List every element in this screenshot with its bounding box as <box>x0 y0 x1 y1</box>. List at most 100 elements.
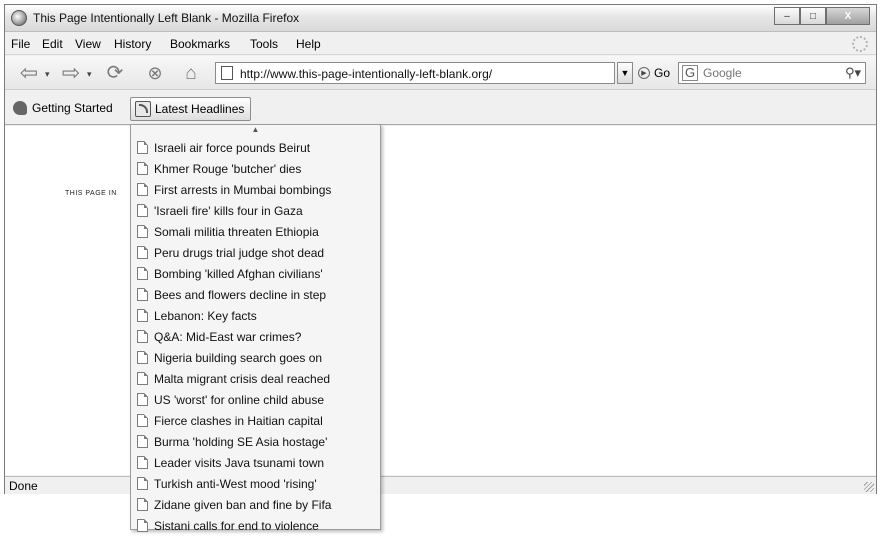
headline-label: Peru drugs trial judge shot dead <box>154 245 325 260</box>
forward-history-dropdown-icon[interactable]: ▾ <box>87 69 92 80</box>
menu-help[interactable]: Help <box>296 37 321 51</box>
headline-item[interactable]: 'Israeli fire' kills four in Gaza <box>131 200 380 221</box>
headline-item[interactable]: Leader visits Java tsunami town <box>131 452 380 473</box>
maximize-button[interactable]: □ <box>800 7 826 25</box>
menu-history[interactable]: History <box>114 37 151 51</box>
headline-label: Malta migrant crisis deal reached <box>154 371 331 386</box>
document-icon <box>137 288 148 301</box>
headline-label: Sistani calls for end to violence <box>154 518 319 533</box>
back-arrow-icon[interactable]: ⇦ <box>15 60 43 86</box>
back-history-dropdown-icon[interactable]: ▾ <box>45 69 50 80</box>
menu-edit[interactable]: Edit <box>42 37 63 51</box>
firefox-bookmark-icon <box>13 101 27 115</box>
menu-view[interactable]: View <box>75 37 101 51</box>
menu-file[interactable]: File <box>11 37 30 51</box>
headline-item[interactable]: Q&A: Mid-East war crimes? <box>131 326 380 347</box>
navigation-toolbar: ⇦ ▾ ⇨ ▾ ⟳ ⊗ ⌂ http://www.this-page-inten… <box>5 56 876 90</box>
headline-item[interactable]: Bombing 'killed Afghan civilians' <box>131 263 380 284</box>
headline-label: Zidane given ban and fine by Fifa <box>154 497 332 512</box>
reload-icon[interactable]: ⟳ <box>101 60 129 86</box>
headline-label: Fierce clashes in Haitian capital <box>154 413 323 428</box>
headline-label: Bees and flowers decline in step <box>154 287 327 302</box>
headline-label: 'Israeli fire' kills four in Gaza <box>154 203 303 218</box>
bookmark-getting-started[interactable]: Getting Started <box>13 101 113 115</box>
bookmark-latest-headlines[interactable]: Latest Headlines <box>130 97 252 121</box>
bookmark-getting-started-label: Getting Started <box>32 101 113 115</box>
headline-item[interactable]: Burma 'holding SE Asia hostage' <box>131 431 380 452</box>
rss-feed-icon <box>135 101 151 117</box>
latest-headlines-menu: ▲ Israeli air force pounds Beirut Khmer … <box>130 124 381 533</box>
headline-label: First arrests in Mumbai bombings <box>154 182 332 197</box>
search-magnifier-icon[interactable]: ⚲▾ <box>845 65 861 81</box>
document-icon <box>137 393 148 406</box>
bookmark-latest-headlines-label: Latest Headlines <box>155 102 245 116</box>
document-icon <box>137 372 148 385</box>
headline-label: Turkish anti-West mood 'rising' <box>154 476 317 491</box>
headline-item[interactable]: Sistani calls for end to violence <box>131 515 380 536</box>
headline-label: Bombing 'killed Afghan civilians' <box>154 266 323 281</box>
headline-label: US 'worst' for online child abuse <box>154 392 324 407</box>
throbber-icon <box>852 36 868 52</box>
headline-item[interactable]: Malta migrant crisis deal reached <box>131 368 380 389</box>
url-text[interactable]: http://www.this-page-intentionally-left-… <box>240 67 492 81</box>
resize-grip-icon[interactable] <box>864 482 874 492</box>
window-title: This Page Intentionally Left Blank - Moz… <box>33 11 300 25</box>
search-input[interactable] <box>701 65 831 81</box>
go-arrow-icon: ▶ <box>638 67 650 79</box>
headline-item[interactable]: Somali militia threaten Ethiopia <box>131 221 380 242</box>
document-icon <box>137 435 148 448</box>
document-icon <box>137 246 148 259</box>
headline-item[interactable]: First arrests in Mumbai bombings <box>131 179 380 200</box>
go-label: Go <box>654 66 671 80</box>
home-icon[interactable]: ⌂ <box>177 60 205 86</box>
headline-label: Burma 'holding SE Asia hostage' <box>154 434 328 449</box>
document-icon <box>137 204 148 217</box>
headline-label: Q&A: Mid-East war crimes? <box>154 329 302 344</box>
document-icon <box>137 477 148 490</box>
go-button[interactable]: ▶ Go <box>638 66 670 80</box>
forward-arrow-icon[interactable]: ⇨ <box>57 60 85 86</box>
headline-label: Lebanon: Key facts <box>154 308 257 323</box>
headline-item[interactable]: Turkish anti-West mood 'rising' <box>131 473 380 494</box>
document-icon <box>137 330 148 343</box>
headline-item[interactable]: Lebanon: Key facts <box>131 305 380 326</box>
stop-icon[interactable]: ⊗ <box>141 60 169 86</box>
document-icon <box>137 183 148 196</box>
headline-label: Somali militia threaten Ethiopia <box>154 224 319 239</box>
url-bar[interactable]: http://www.this-page-intentionally-left-… <box>215 62 615 84</box>
headline-item[interactable]: Khmer Rouge 'butcher' dies <box>131 158 380 179</box>
document-icon <box>137 309 148 322</box>
headline-item[interactable]: Nigeria building search goes on <box>131 347 380 368</box>
document-icon <box>137 162 148 175</box>
page-text: THIS PAGE IN <box>65 190 117 197</box>
url-history-dropdown-icon[interactable]: ▼ <box>617 62 633 84</box>
document-icon <box>137 267 148 280</box>
headline-item[interactable]: Peru drugs trial judge shot dead <box>131 242 380 263</box>
google-engine-icon[interactable]: G <box>682 65 698 81</box>
menu-scroll-up-icon[interactable]: ▲ <box>131 125 380 137</box>
headline-item[interactable]: Israeli air force pounds Beirut <box>131 137 380 158</box>
headline-item[interactable]: Zidane given ban and fine by Fifa <box>131 494 380 515</box>
headline-item[interactable]: Bees and flowers decline in step <box>131 284 380 305</box>
headline-label: Israeli air force pounds Beirut <box>154 140 311 155</box>
close-button[interactable]: X <box>826 7 870 25</box>
page-icon <box>221 66 233 80</box>
document-icon <box>137 225 148 238</box>
search-box[interactable]: G ⚲▾ <box>678 62 866 84</box>
document-icon <box>137 141 148 154</box>
headline-label: Nigeria building search goes on <box>154 350 323 365</box>
bookmarks-toolbar: Getting Started Latest Headlines <box>5 91 876 125</box>
menu-bar: File Edit View History Bookmarks Tools H… <box>5 33 876 55</box>
document-icon <box>137 519 148 532</box>
status-text: Done <box>9 479 38 493</box>
menu-bookmarks[interactable]: Bookmarks <box>170 37 230 51</box>
headline-label: Leader visits Java tsunami town <box>154 455 325 470</box>
title-bar: This Page Intentionally Left Blank - Moz… <box>5 5 876 32</box>
document-icon <box>137 498 148 511</box>
firefox-app-icon <box>11 10 27 26</box>
menu-tools[interactable]: Tools <box>250 37 278 51</box>
window-controls: – □ X <box>774 7 870 25</box>
headline-item[interactable]: US 'worst' for online child abuse <box>131 389 380 410</box>
minimize-button[interactable]: – <box>774 7 800 25</box>
headline-item[interactable]: Fierce clashes in Haitian capital <box>131 410 380 431</box>
